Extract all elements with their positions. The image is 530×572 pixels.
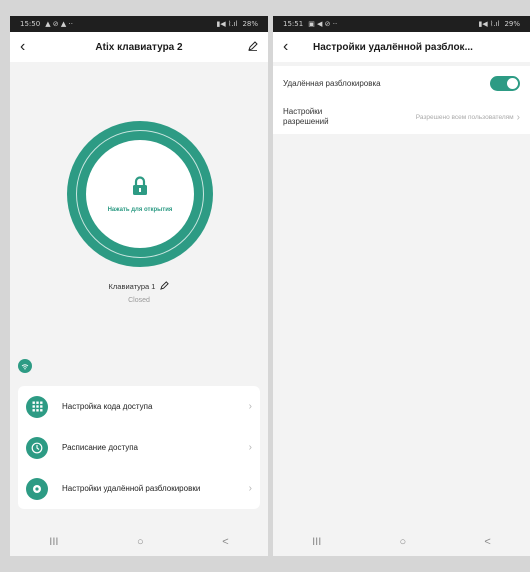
keypad-icon — [26, 395, 48, 418]
signal-icon: ▮◀ ⌇.ıl — [216, 20, 238, 28]
settings-menu: Настройка кода доступа › Расписание дост… — [18, 386, 260, 509]
home-button[interactable]: ○ — [400, 536, 407, 548]
recent-apps-button[interactable]: III — [49, 536, 58, 548]
recent-apps-button[interactable]: III — [312, 536, 321, 548]
permissions-label: Настройки разрешений — [283, 106, 329, 126]
remote-unlock-toggle[interactable] — [490, 75, 520, 91]
status-indicators: ▲ ⊘ ▲ ·· — [45, 20, 73, 28]
lock-icon — [132, 175, 148, 201]
edit-name-icon[interactable] — [160, 281, 170, 292]
back-button[interactable]: < — [222, 536, 228, 548]
status-time: 15:51 — [283, 20, 304, 28]
menu-item-access-code[interactable]: Настройка кода доступа › — [18, 386, 260, 427]
clock-icon — [26, 436, 48, 459]
left-screen: 15:50 ▲ ⊘ ▲ ·· ▮◀ ⌇.ıl 28% ‹ Atix клавиа… — [10, 16, 268, 556]
battery-level: 28% — [242, 20, 258, 28]
menu-item-access-schedule[interactable]: Расписание доступа › — [18, 427, 260, 468]
menu-item-label: Расписание доступа — [62, 443, 138, 452]
chevron-right-icon: › — [248, 442, 252, 453]
menu-item-label: Настройка кода доступа — [62, 402, 153, 411]
status-bar: 15:51 ▣ ◀ ⊘ ·· ▮◀ ⌇.ıl 29% — [273, 16, 530, 32]
system-nav-bar: III ○ < — [10, 528, 268, 556]
home-button[interactable]: ○ — [137, 536, 144, 548]
permissions-row[interactable]: Настройки разрешений Разрешено всем поль… — [273, 100, 530, 134]
permissions-value-wrap: Разрешено всем пользователям › — [416, 112, 520, 123]
page-title: Настройки удалённой разблок... — [313, 41, 473, 53]
remote-unlock-row: Удалённая разблокировка — [273, 66, 530, 100]
keyboard-status: Closed — [128, 297, 150, 304]
app-header: ‹ Настройки удалённой разблок... — [273, 32, 530, 62]
wifi-icon — [18, 359, 32, 373]
menu-item-label: Настройки удалённой разблокировки — [62, 484, 201, 493]
permissions-value: Разрешено всем пользователям — [415, 113, 514, 121]
unlock-label: Нажать для открытия — [107, 206, 173, 213]
status-bar: 15:50 ▲ ⊘ ▲ ·· ▮◀ ⌇.ıl 28% — [10, 16, 268, 32]
remote-unlock-label: Удалённая разблокировка — [283, 78, 381, 88]
menu-item-remote-unlock[interactable]: Настройки удалённой разблокировки › — [18, 468, 260, 509]
back-arrow-icon[interactable]: ‹ — [20, 39, 36, 55]
app-header: ‹ Atix клавиатура 2 — [10, 32, 268, 62]
remote-unlock-icon — [26, 477, 48, 500]
keyboard-name: Клавиатура 1 — [108, 282, 156, 291]
keyboard-name-row: Клавиатура 1 — [10, 281, 268, 292]
back-arrow-icon[interactable]: ‹ — [283, 39, 299, 55]
toggle-knob — [507, 77, 518, 89]
system-nav-bar: III ○ < — [273, 528, 530, 556]
chevron-right-icon: › — [248, 483, 252, 494]
signal-icon: ▮◀ ⌇.ıl — [478, 20, 500, 28]
right-screen: 15:51 ▣ ◀ ⊘ ·· ▮◀ ⌇.ıl 29% ‹ Настройки у… — [273, 16, 530, 556]
battery-level: 29% — [504, 20, 520, 28]
unlock-button[interactable]: Нажать для открытия — [86, 140, 194, 248]
chevron-right-icon: › — [248, 401, 252, 412]
edit-pencil-icon[interactable] — [242, 38, 258, 56]
page-title: Atix клавиатура 2 — [95, 41, 183, 53]
back-button[interactable]: < — [484, 536, 490, 548]
status-time: 15:50 — [20, 20, 41, 28]
unlock-dial: Нажать для открытия — [67, 121, 213, 267]
status-indicators: ▣ ◀ ⊘ ·· — [308, 20, 338, 28]
chevron-right-icon: › — [516, 111, 520, 123]
